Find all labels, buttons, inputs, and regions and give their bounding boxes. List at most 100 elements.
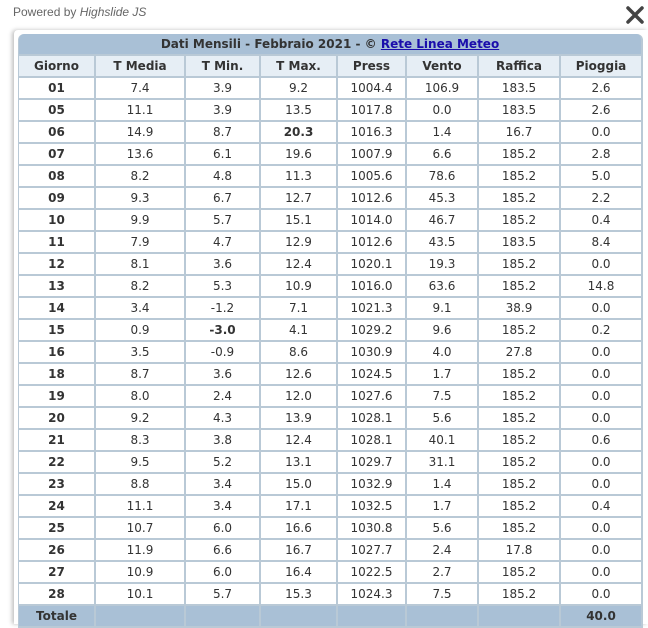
day-link[interactable]: 13 xyxy=(18,276,96,298)
day-link[interactable]: 01 xyxy=(18,78,96,100)
column-header-t-media: T Media xyxy=(96,56,186,78)
day-link[interactable]: 06 xyxy=(18,122,96,144)
table-cell: 14.8 xyxy=(561,276,644,298)
table-cell: 185.2 xyxy=(479,144,561,166)
powered-by-prefix: Powered by xyxy=(13,5,77,19)
rete-linea-meteo-link[interactable]: Rete Linea Meteo xyxy=(381,37,499,51)
table-row: 23 8.8 3.4 15.0 1032.9 1.4 185.2 0.0 xyxy=(18,474,644,496)
table-cell: 4.1 xyxy=(261,320,338,342)
table-cell: 0.0 xyxy=(561,386,644,408)
day-link[interactable]: 14 xyxy=(18,298,96,320)
table-cell: 185.2 xyxy=(479,166,561,188)
table-cell: 6.6 xyxy=(407,144,479,166)
table-row: 18 8.7 3.6 12.6 1024.5 1.7 185.2 0.0 xyxy=(18,364,644,386)
table-cell: 10.7 xyxy=(96,518,186,540)
table-cell: 5.2 xyxy=(186,452,261,474)
day-link[interactable]: 16 xyxy=(18,342,96,364)
table-row: 01 7.4 3.9 9.2 1004.4 106.9 183.5 2.6 xyxy=(18,78,644,100)
day-link[interactable]: 23 xyxy=(18,474,96,496)
table-cell: 16.7 xyxy=(479,122,561,144)
table-cell: 5.7 xyxy=(186,210,261,232)
table-cell: 185.2 xyxy=(479,254,561,276)
day-link[interactable]: 12 xyxy=(18,254,96,276)
table-cell: 0.0 xyxy=(561,540,644,562)
table-cell: 4.7 xyxy=(186,232,261,254)
day-link[interactable]: 22 xyxy=(18,452,96,474)
table-cell: 8.3 xyxy=(96,430,186,452)
close-button[interactable] xyxy=(624,4,646,26)
table-cell: 78.6 xyxy=(407,166,479,188)
table-cell: 5.6 xyxy=(407,408,479,430)
column-header-giorno: Giorno xyxy=(18,56,96,78)
table-cell: 0.6 xyxy=(561,430,644,452)
table-cell: 185.2 xyxy=(479,188,561,210)
table-cell: 12.4 xyxy=(261,430,338,452)
table-cell: 0.0 xyxy=(561,584,644,606)
table-cell: 7.4 xyxy=(96,78,186,100)
table-cell: 185.2 xyxy=(479,364,561,386)
table-cell: 0.0 xyxy=(561,474,644,496)
table-row: 26 11.9 6.6 16.7 1027.7 2.4 17.8 0.0 xyxy=(18,540,644,562)
day-link[interactable]: 19 xyxy=(18,386,96,408)
day-link[interactable]: 21 xyxy=(18,430,96,452)
table-cell: 1.4 xyxy=(407,122,479,144)
table-cell: 13.9 xyxy=(261,408,338,430)
table-cell: 11.3 xyxy=(261,166,338,188)
table-cell: 11.1 xyxy=(96,496,186,518)
day-link[interactable]: 25 xyxy=(18,518,96,540)
table-cell: 8.2 xyxy=(96,276,186,298)
table-cell: 19.6 xyxy=(261,144,338,166)
table-cell: 7.1 xyxy=(261,298,338,320)
day-link[interactable]: 18 xyxy=(18,364,96,386)
day-link[interactable]: 05 xyxy=(18,100,96,122)
table-cell: 3.9 xyxy=(186,78,261,100)
table-cell: 0.0 xyxy=(561,254,644,276)
table-cell: 1.7 xyxy=(407,364,479,386)
table-cell: 183.5 xyxy=(479,100,561,122)
day-link[interactable]: 20 xyxy=(18,408,96,430)
table-cell: 8.2 xyxy=(96,166,186,188)
day-link[interactable]: 08 xyxy=(18,166,96,188)
column-header-pioggia: Pioggia xyxy=(561,56,644,78)
table-row: 07 13.6 6.1 19.6 1007.9 6.6 185.2 2.8 xyxy=(18,144,644,166)
table-cell: 0.4 xyxy=(561,210,644,232)
table-cell: 6.0 xyxy=(186,562,261,584)
day-link[interactable]: 11 xyxy=(18,232,96,254)
monthly-data-panel: Dati Mensili - Febbraio 2021 - © Rete Li… xyxy=(14,30,648,628)
day-link[interactable]: 09 xyxy=(18,188,96,210)
table-cell: 0.0 xyxy=(561,562,644,584)
table-cell: 3.4 xyxy=(186,496,261,518)
table-cell: 6.1 xyxy=(186,144,261,166)
table-cell: 1016.3 xyxy=(338,122,407,144)
day-link[interactable]: 24 xyxy=(18,496,96,518)
table-cell: 2.8 xyxy=(561,144,644,166)
table-cell: 106.9 xyxy=(407,78,479,100)
table-cell: 3.9 xyxy=(186,100,261,122)
day-link[interactable]: 15 xyxy=(18,320,96,342)
day-link[interactable]: 26 xyxy=(18,540,96,562)
table-cell: 6.0 xyxy=(186,518,261,540)
day-link[interactable]: 10 xyxy=(18,210,96,232)
day-link[interactable]: 28 xyxy=(18,584,96,606)
table-cell: 1020.1 xyxy=(338,254,407,276)
day-link[interactable]: 07 xyxy=(18,144,96,166)
table-cell: 12.4 xyxy=(261,254,338,276)
table-cell: 6.6 xyxy=(186,540,261,562)
table-row: 27 10.9 6.0 16.4 1022.5 2.7 185.2 0.0 xyxy=(18,562,644,584)
table-cell: 185.2 xyxy=(479,320,561,342)
table-cell: 185.2 xyxy=(479,474,561,496)
day-link[interactable]: 27 xyxy=(18,562,96,584)
table-cell: 20.3 xyxy=(261,122,338,144)
table-cell: 185.2 xyxy=(479,210,561,232)
table-cell: 27.8 xyxy=(479,342,561,364)
table-cell: 0.0 xyxy=(561,122,644,144)
table-cell: 3.4 xyxy=(186,474,261,496)
table-cell: 5.7 xyxy=(186,584,261,606)
table-cell: 2.4 xyxy=(407,540,479,562)
table-row: 22 9.5 5.2 13.1 1029.7 31.1 185.2 0.0 xyxy=(18,452,644,474)
table-cell: 0.0 xyxy=(407,100,479,122)
table-cell: 46.7 xyxy=(407,210,479,232)
table-cell: 63.6 xyxy=(407,276,479,298)
table-cell: 183.5 xyxy=(479,78,561,100)
table-cell: 45.3 xyxy=(407,188,479,210)
